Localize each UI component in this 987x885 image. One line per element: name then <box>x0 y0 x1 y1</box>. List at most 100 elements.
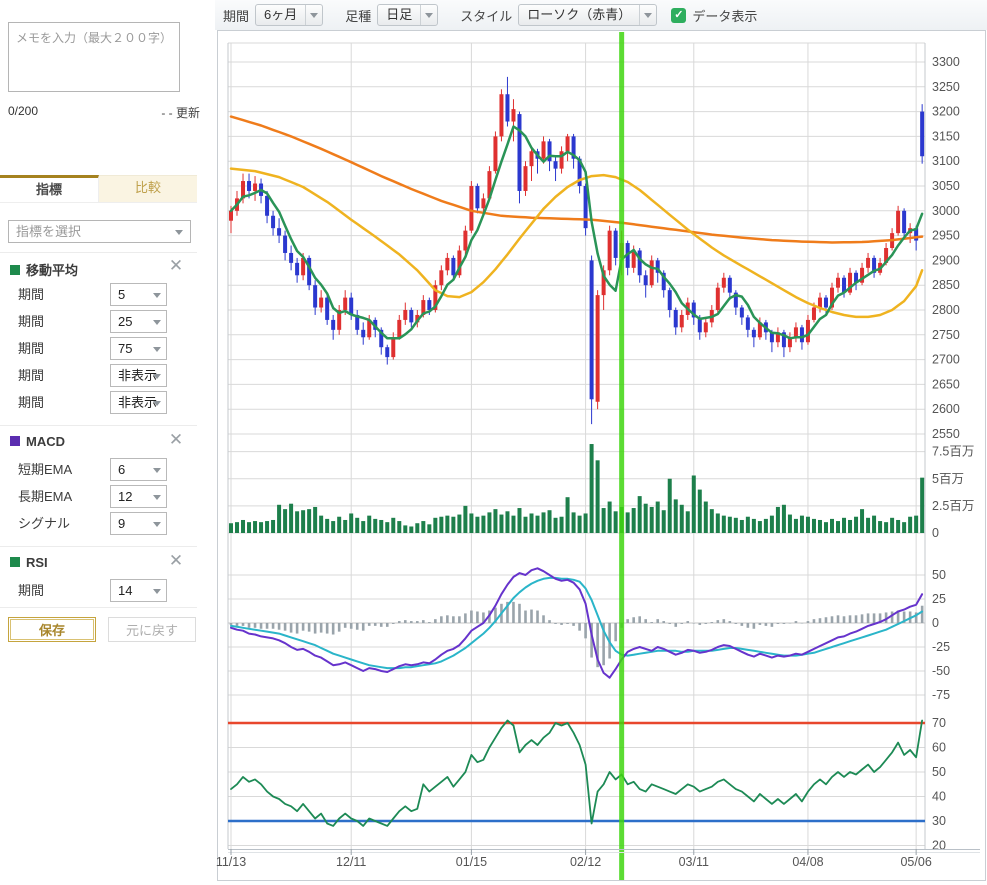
svg-text:7.5百万: 7.5百万 <box>932 445 974 459</box>
chevron-down-icon[interactable] <box>639 5 656 25</box>
svg-text:40: 40 <box>932 790 946 804</box>
divider <box>0 252 197 253</box>
svg-text:04/08: 04/08 <box>792 855 823 869</box>
svg-text:03/11: 03/11 <box>679 855 709 869</box>
chart-toolbar: 期間 6ヶ月 足種 日足 スタイル ローソク（赤青） ✓ データ表示 <box>215 0 987 30</box>
chevron-down-icon[interactable] <box>420 5 437 25</box>
svg-text:2600: 2600 <box>932 402 960 416</box>
indicator-color-swatch <box>10 265 20 275</box>
memo-input[interactable] <box>8 22 180 92</box>
svg-text:2.5百万: 2.5百万 <box>932 499 974 513</box>
section-title-macd: MACD <box>10 434 65 450</box>
svg-text:3050: 3050 <box>932 179 960 193</box>
svg-text:3250: 3250 <box>932 80 960 94</box>
svg-text:0: 0 <box>932 526 939 540</box>
row-label: シグナル <box>18 513 70 535</box>
chevron-down-icon <box>153 522 161 527</box>
section-title-rsi: RSI <box>10 555 48 571</box>
svg-text:3150: 3150 <box>932 129 960 143</box>
style-label: スタイル <box>460 6 512 25</box>
row-label: 長期EMA <box>18 486 72 508</box>
memo-update-label: - - 更新 <box>161 104 200 121</box>
svg-text:3100: 3100 <box>932 154 960 168</box>
reset-button[interactable]: 元に戻す <box>108 617 196 642</box>
save-button[interactable]: 保存 <box>8 617 96 642</box>
svg-text:-25: -25 <box>932 640 950 654</box>
tab-compare[interactable]: 比較 <box>99 175 197 202</box>
row-label: 期間 <box>18 338 44 360</box>
divider <box>0 425 197 426</box>
chevron-down-icon <box>153 293 161 298</box>
ma-period-4-select[interactable]: 非表示 <box>110 364 167 387</box>
svg-text:3200: 3200 <box>932 105 960 119</box>
svg-text:30: 30 <box>932 814 946 828</box>
row-label: 期間 <box>18 580 44 602</box>
row-label: 期間 <box>18 392 44 414</box>
indicator-sidebar: 0/200 - - 更新 指標 比較 指標を選択 移動平均 ✕ 期間 5 期間 … <box>0 0 215 885</box>
style-select[interactable]: ローソク（赤青） <box>518 4 657 26</box>
memo-counter: 0/200 <box>8 104 38 118</box>
bar-type-select[interactable]: 日足 <box>377 4 438 26</box>
chevron-down-icon <box>153 495 161 500</box>
svg-text:5百万: 5百万 <box>932 472 964 486</box>
indicator-color-swatch <box>10 557 20 567</box>
svg-text:60: 60 <box>932 741 946 755</box>
data-display-checkbox[interactable]: ✓ <box>671 8 686 23</box>
svg-text:2900: 2900 <box>932 253 960 267</box>
period-label: 期間 <box>223 6 249 25</box>
svg-text:2650: 2650 <box>932 377 960 391</box>
svg-text:2550: 2550 <box>932 427 960 441</box>
svg-text:11/13: 11/13 <box>216 855 246 869</box>
macd-long-ema-select[interactable]: 12 <box>110 485 167 508</box>
svg-text:50: 50 <box>932 765 946 779</box>
rsi-period-select[interactable]: 14 <box>110 579 167 602</box>
svg-text:12/11: 12/11 <box>336 855 366 869</box>
ma-period-2-select[interactable]: 25 <box>110 310 167 333</box>
tab-indicators[interactable]: 指標 <box>0 175 99 202</box>
chevron-down-icon <box>153 468 161 473</box>
chevron-down-icon[interactable] <box>305 5 322 25</box>
close-icon[interactable]: ✕ <box>168 553 184 569</box>
svg-text:70: 70 <box>932 716 946 730</box>
svg-text:2950: 2950 <box>932 229 960 243</box>
svg-text:2800: 2800 <box>932 303 960 317</box>
section-title-ma: 移動平均 <box>10 260 78 276</box>
ma-period-5-select[interactable]: 非表示 <box>110 391 167 414</box>
row-label: 期間 <box>18 365 44 387</box>
macd-signal-select[interactable]: 9 <box>110 512 167 535</box>
svg-text:2850: 2850 <box>932 278 960 292</box>
macd-short-ema-select[interactable]: 6 <box>110 458 167 481</box>
indicator-select[interactable]: 指標を選択 <box>8 220 191 243</box>
row-label: 期間 <box>18 284 44 306</box>
chevron-down-icon <box>153 347 161 352</box>
ma-period-3-select[interactable]: 75 <box>110 337 167 360</box>
cursor-line[interactable] <box>619 32 624 880</box>
svg-text:3000: 3000 <box>932 204 960 218</box>
svg-text:01/15: 01/15 <box>456 855 487 869</box>
ma-period-1-select[interactable]: 5 <box>110 283 167 306</box>
svg-text:2750: 2750 <box>932 328 960 342</box>
svg-text:-50: -50 <box>932 664 950 678</box>
close-icon[interactable]: ✕ <box>168 258 184 274</box>
svg-text:05/06: 05/06 <box>900 855 931 869</box>
chevron-down-icon <box>153 374 161 379</box>
svg-text:02/12: 02/12 <box>570 855 601 869</box>
data-display-label: データ表示 <box>692 6 757 25</box>
divider <box>0 546 197 547</box>
svg-text:50: 50 <box>932 568 946 582</box>
indicator-color-swatch <box>10 436 20 446</box>
chart-frame <box>218 31 986 881</box>
period-select[interactable]: 6ヶ月 <box>255 4 323 26</box>
close-icon[interactable]: ✕ <box>168 432 184 448</box>
chevron-down-icon <box>153 320 161 325</box>
bar-type-label: 足種 <box>345 6 371 25</box>
svg-text:3300: 3300 <box>932 55 960 69</box>
chevron-down-icon <box>153 401 161 406</box>
chevron-down-icon <box>153 589 161 594</box>
svg-text:0: 0 <box>932 616 939 630</box>
svg-text:25: 25 <box>932 592 946 606</box>
svg-text:2700: 2700 <box>932 353 960 367</box>
divider <box>0 607 197 608</box>
row-label: 短期EMA <box>18 459 72 481</box>
chevron-down-icon <box>175 230 183 235</box>
